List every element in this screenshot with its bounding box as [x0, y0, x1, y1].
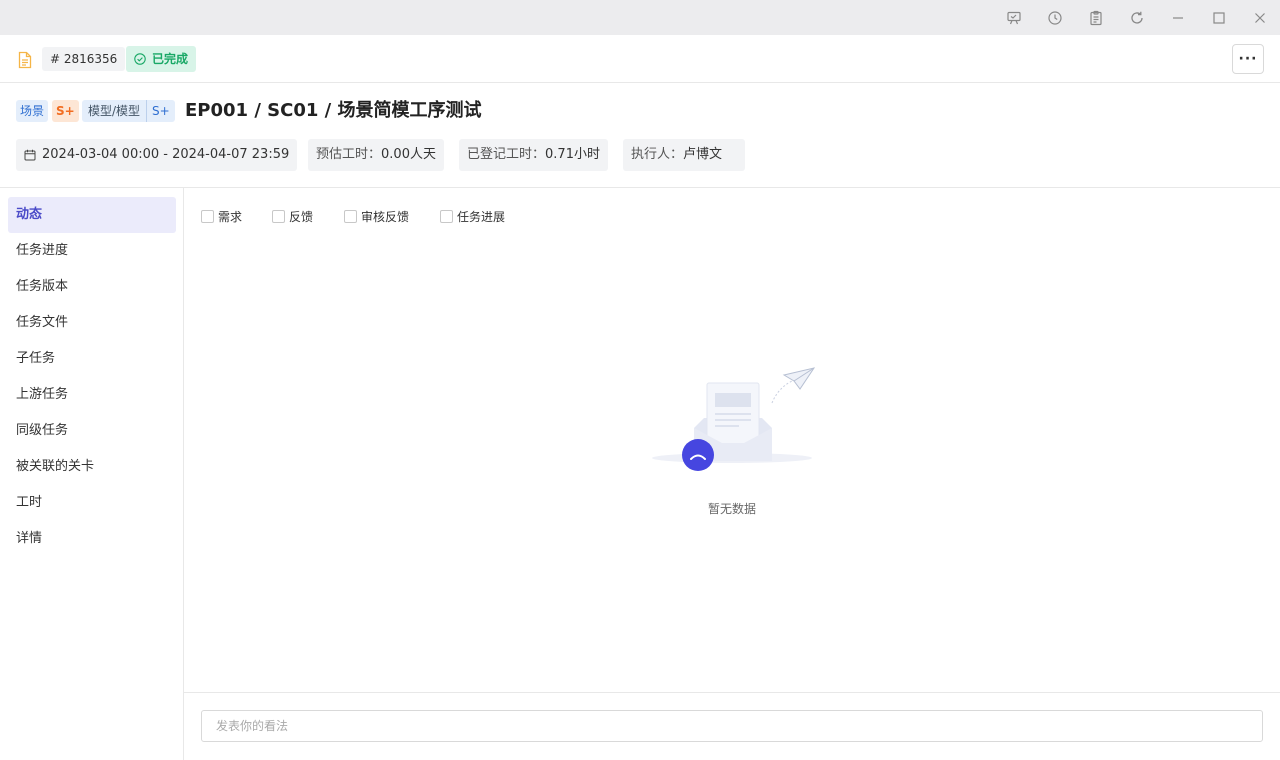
checkbox[interactable]	[201, 210, 214, 223]
clipboard-icon[interactable]	[1086, 8, 1106, 28]
date-range: 2024-03-04 00:00 - 2024-04-07 23:59	[42, 147, 290, 162]
assignee-chip: 执行人：卢博文	[623, 139, 745, 171]
sidebar: 动态 任务进度 任务版本 任务文件 子任务 上游任务 同级任务 被关联的关卡 工…	[0, 188, 184, 760]
more-icon: ···	[1238, 51, 1258, 67]
empty-state-text: 暂无数据	[707, 502, 756, 516]
logged-label: 已登记工时：	[467, 147, 546, 162]
sidebar-item-subtasks[interactable]: 子任务	[8, 341, 176, 377]
checkbox[interactable]	[344, 210, 357, 223]
history-icon[interactable]	[1045, 8, 1065, 28]
sidebar-item-siblings[interactable]: 同级任务	[8, 413, 176, 449]
sidebar-item-versions[interactable]: 任务版本	[8, 269, 176, 305]
assignee-value: 卢博文	[683, 147, 723, 162]
estimate-chip: 预估工时：0.00人天	[308, 139, 444, 171]
tag-level: S+	[52, 100, 79, 122]
status-label: 已完成	[152, 52, 189, 66]
task-summary: 场景 S+ 模型/模型 S+ EP001 / SC01 / 场景简模工序测试 2…	[0, 83, 1280, 188]
window-titlebar	[0, 0, 1280, 35]
document-icon	[16, 51, 34, 69]
sidebar-item-files[interactable]: 任务文件	[8, 305, 176, 341]
tag-model-level: S+	[146, 100, 175, 122]
filter-label: 审核反馈	[361, 210, 410, 224]
task-id: # 2816356	[42, 47, 126, 71]
sidebar-item-progress[interactable]: 任务进度	[8, 233, 176, 269]
calendar-icon	[24, 149, 36, 161]
close-icon[interactable]	[1250, 8, 1270, 28]
logged-value: 0.71小时	[545, 147, 600, 162]
activity-panel: 需求 反馈 审核反馈 任务进展 暂无数据	[184, 188, 1280, 760]
filter-review-feedback[interactable]: 审核反馈	[344, 208, 409, 225]
sidebar-item-worktime[interactable]: 工时	[8, 485, 176, 521]
minimize-icon[interactable]	[1168, 8, 1188, 28]
assignee-label: 执行人：	[631, 147, 684, 162]
maximize-icon[interactable]	[1209, 8, 1229, 28]
tag-model-label: 模型/模型	[88, 104, 141, 118]
status-badge: 已完成	[126, 46, 197, 72]
checkbox[interactable]	[272, 210, 285, 223]
logged-hours-chip: 已登记工时：0.71小时	[459, 139, 608, 171]
sidebar-item-upstream[interactable]: 上游任务	[8, 377, 176, 413]
comment-area	[184, 692, 1280, 760]
filter-label: 任务进展	[457, 210, 506, 224]
filter-label: 反馈	[289, 210, 314, 224]
filter-feedback[interactable]: 反馈	[272, 208, 313, 225]
more-button[interactable]: ···	[1232, 44, 1264, 74]
sidebar-item-activity[interactable]: 动态	[8, 197, 176, 233]
empty-inbox-icon	[652, 367, 816, 471]
filter-requirement[interactable]: 需求	[201, 208, 242, 225]
sidebar-item-linked-levels[interactable]: 被关联的关卡	[8, 449, 176, 485]
estimate-label: 预估工时：	[316, 147, 382, 162]
filter-label: 需求	[218, 210, 243, 224]
date-range-chip: 2024-03-04 00:00 - 2024-04-07 23:59	[16, 139, 298, 171]
estimate-value: 0.00人天	[381, 147, 436, 162]
filter-task-progress[interactable]: 任务进展	[440, 208, 505, 225]
tag-scene: 场景	[16, 100, 49, 122]
refresh-icon[interactable]	[1127, 8, 1147, 28]
page-title: EP001 / SC01 / 场景简模工序测试	[185, 100, 482, 121]
sidebar-item-details[interactable]: 详情	[8, 521, 176, 557]
task-header-bar: # 2816356 已完成 ···	[0, 35, 1280, 83]
comment-input[interactable]	[201, 710, 1263, 742]
check-circle-icon	[134, 53, 146, 65]
checkbox[interactable]	[440, 210, 453, 223]
empty-illustration	[644, 363, 824, 523]
presentation-icon[interactable]	[1004, 8, 1024, 28]
tag-model: 模型/模型 S+	[82, 100, 175, 122]
